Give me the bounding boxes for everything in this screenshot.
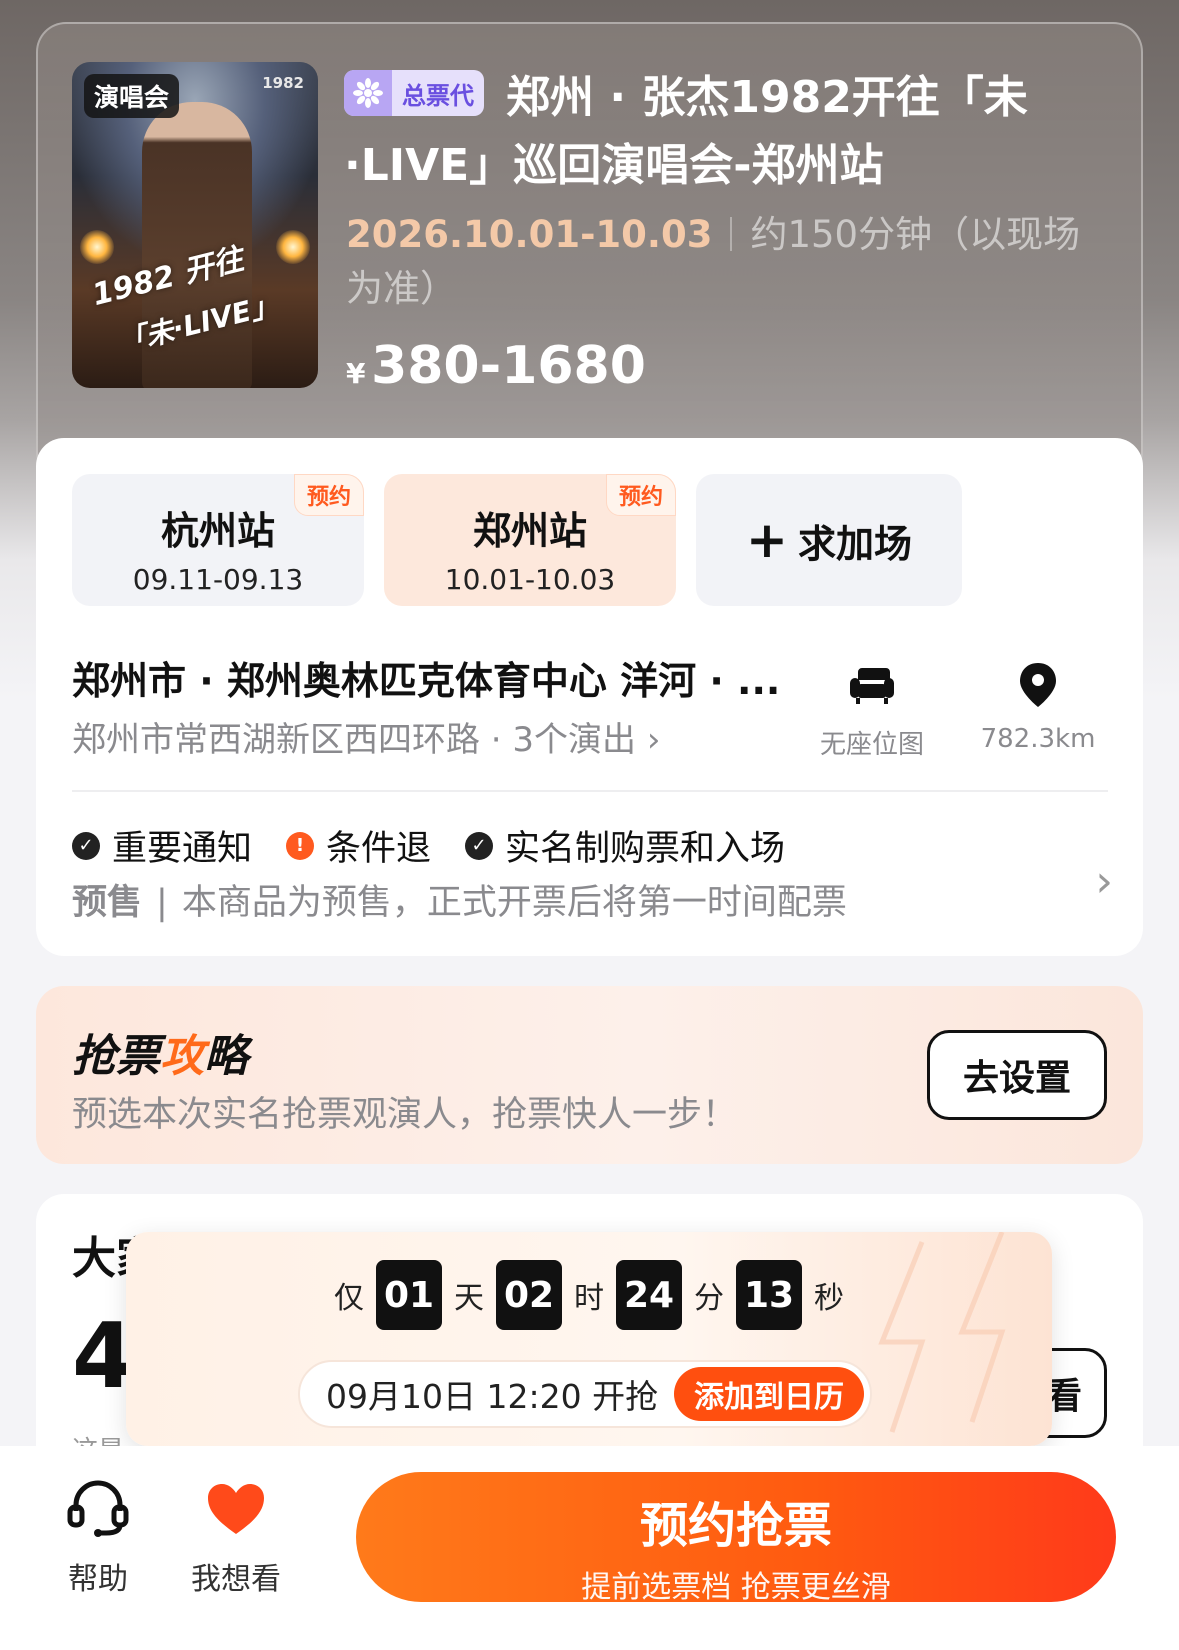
sale-countdown-popup: 仅 01 天 02 时 24 分 13 秒 09月10日 12:20 开抢 添加… (126, 1232, 1052, 1446)
countdown-seconds-unit: 秒 (814, 1281, 844, 1316)
countdown-timer: 仅 01 天 02 时 24 分 13 秒 (126, 1260, 1052, 1330)
notice-real-name: ✓ 实名制购票和入场 (465, 820, 785, 871)
seat-map-button[interactable]: 无座位图 (812, 660, 932, 761)
sale-open-time: 09月10日 12:20 开抢 (326, 1377, 659, 1416)
strategy-title: 抢票攻略 (72, 1031, 248, 1082)
presale-note[interactable]: 预售 | 本商品为预售，正式开票后将第一时间配票 (72, 874, 847, 925)
request-extra-show-label: 求加场 (797, 521, 912, 566)
venue-title[interactable]: 郑州市 · 郑州奥林匹克体育中心 洋河 · ... (72, 650, 792, 705)
warning-circle-icon: ! (286, 831, 315, 860)
countdown-seconds: 13 (736, 1260, 802, 1330)
info-divider (72, 790, 1108, 792)
reserve-ticket-label: 预约抢票 (639, 1498, 832, 1554)
station-reserve-tag: 预约 (293, 474, 364, 516)
chevron-right-icon[interactable]: › (1095, 856, 1113, 907)
headset-icon (58, 1476, 138, 1542)
station-date: 09.11-09.13 (132, 563, 304, 596)
notice-label: 重要通知 (112, 829, 253, 869)
price-range: ¥ 380-1680 (346, 336, 646, 396)
help-button[interactable]: 帮助 (58, 1476, 138, 1598)
bottom-action-bar: 帮助 我想看 预约抢票 提前选票档 抢票更丝滑 (0, 1446, 1179, 1650)
agent-badge: 总票代 (344, 70, 484, 116)
presale-separator: | (156, 883, 168, 923)
want-to-see-label: 我想看 (191, 1562, 281, 1597)
station-hangzhou[interactable]: 预约 杭州站 09.11-09.13 (72, 474, 364, 606)
venue-distance: 782.3km (980, 724, 1096, 754)
notice-label: 实名制购票和入场 (505, 829, 786, 869)
ticket-strategy-card: 抢票攻略 预选本次实名抢票观演人，抢票快人一步！ 去设置 (36, 986, 1143, 1164)
want-to-see-button[interactable]: 我想看 (186, 1476, 286, 1598)
countdown-prefix: 仅 (334, 1281, 364, 1316)
venue-location-button[interactable]: 782.3km (968, 660, 1108, 754)
countdown-minutes-unit: 分 (694, 1281, 724, 1316)
presale-text: 本商品为预售，正式开票后将第一时间配票 (181, 883, 847, 923)
poster-year: 1982 (262, 74, 304, 92)
station-zhengzhou[interactable]: 预约 郑州站 10.01-10.03 (384, 474, 676, 606)
check-circle-icon: ✓ (72, 831, 100, 860)
notice-conditional-refund: ! 条件退 (286, 820, 431, 871)
station-reserve-tag: 预约 (605, 474, 676, 516)
station-date: 10.01-10.03 (444, 563, 616, 596)
sale-open-bar: 09月10日 12:20 开抢 添加到日历 (298, 1360, 873, 1428)
request-extra-show-button[interactable]: + 求加场 (696, 474, 962, 606)
event-schedule: 2026.10.01-10.03 约150分钟（以现场为准） (346, 208, 1086, 316)
agent-badge-label: 总票代 (402, 81, 474, 110)
countdown-hours: 02 (496, 1260, 562, 1330)
notice-chips[interactable]: ✓ 重要通知 ! 条件退 ✓ 实名制购票和入场 (72, 820, 819, 871)
plus-icon: + (746, 511, 788, 569)
add-to-calendar-button[interactable]: 添加到日历 (674, 1367, 865, 1421)
help-label: 帮助 (68, 1562, 128, 1597)
date-divider (730, 217, 733, 251)
map-pin-icon (968, 660, 1108, 710)
venue-address[interactable]: 郑州市常西湖新区西四环路 · 3个演出 › (72, 712, 660, 761)
poster-headlight-right (276, 230, 310, 264)
check-circle-icon: ✓ (465, 831, 494, 860)
seat-map-label: 无座位图 (819, 730, 924, 760)
go-settings-button[interactable]: 去设置 (927, 1030, 1107, 1120)
price-currency: ¥ (346, 357, 366, 390)
countdown-days-unit: 天 (454, 1281, 484, 1316)
armchair-icon (812, 660, 932, 710)
reserve-ticket-button[interactable]: 预约抢票 提前选票档 抢票更丝滑 (356, 1472, 1116, 1605)
heart-icon (186, 1476, 286, 1542)
notice-important: ✓ 重要通知 (72, 820, 252, 871)
presale-label: 预售 (72, 883, 143, 923)
strategy-subtitle: 预选本次实名抢票观演人，抢票快人一步！ (72, 1095, 738, 1135)
poster-category-tag: 演唱会 (84, 74, 180, 118)
reserve-ticket-sublabel: 提前选票档 抢票更丝滑 (581, 1570, 891, 1605)
event-date: 2026.10.01-10.03 (346, 213, 713, 256)
countdown-days: 01 (376, 1260, 442, 1330)
notice-label: 条件退 (326, 829, 432, 869)
event-poster[interactable]: 1982 1982 开往 「未·LIVE」 演唱会 (72, 62, 318, 388)
poster-headlight-left (80, 230, 114, 264)
countdown-hours-unit: 时 (574, 1281, 604, 1316)
countdown-minutes: 24 (616, 1260, 682, 1330)
sunflower-icon (344, 70, 392, 116)
price-value: 380-1680 (371, 336, 646, 396)
